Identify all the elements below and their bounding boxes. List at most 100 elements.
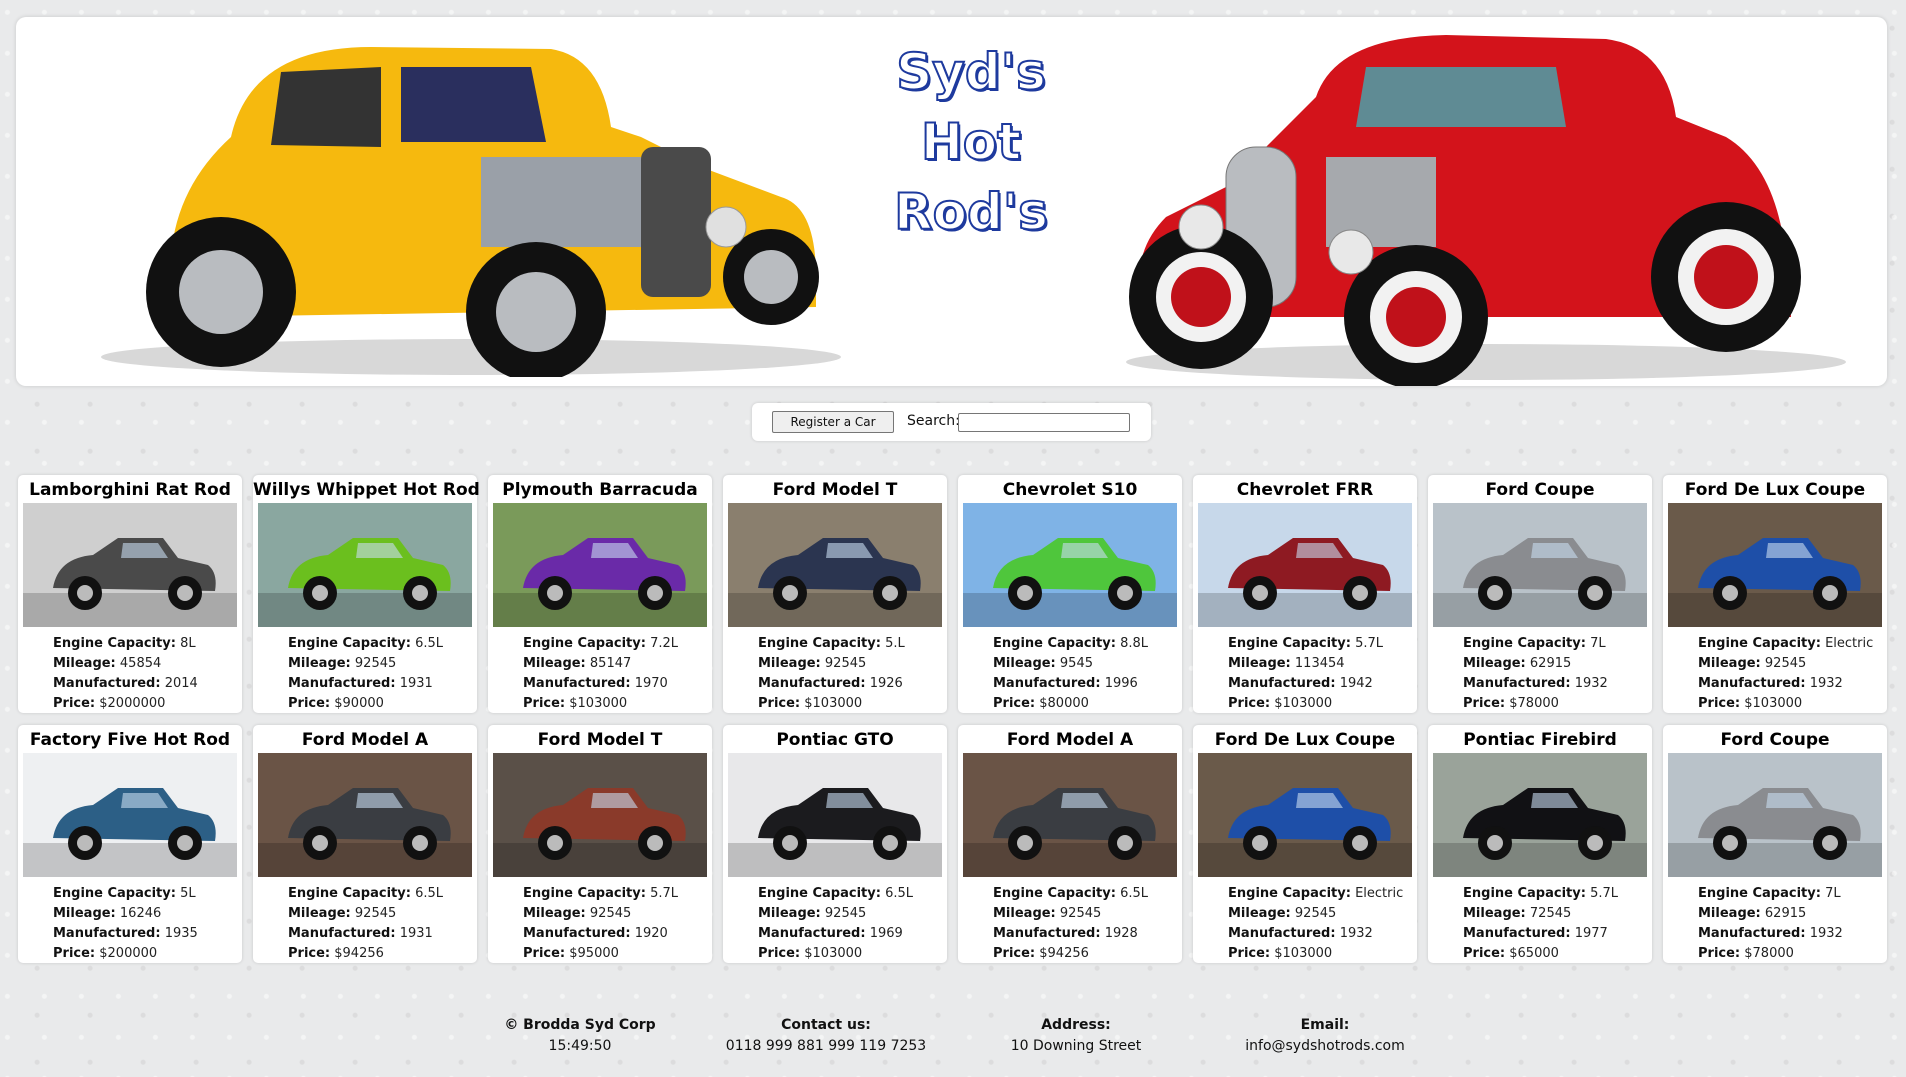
spec-engine-capacity-label: Engine Capacity: — [1228, 886, 1351, 901]
spec-price: Price: $103000 — [758, 944, 913, 964]
spec-manufactured: Manufactured: 1977 — [1463, 924, 1618, 944]
car-name: Ford De Lux Coupe — [1684, 480, 1866, 500]
search-label: Search: — [907, 413, 960, 429]
spec-manufactured: Manufactured: 1932 — [1463, 674, 1608, 694]
car-card[interactable]: Pontiac GTO Engine Capacity: 6.5L Mileage:… — [723, 725, 947, 963]
register-car-button[interactable]: Register a Car — [772, 411, 894, 433]
spec-mileage-value: 92545 — [589, 906, 632, 921]
car-photo[interactable] — [493, 753, 707, 877]
spec-manufactured-label: Manufactured: — [1463, 926, 1571, 941]
spec-price-value: $2000000 — [99, 696, 166, 711]
car-photo[interactable] — [728, 503, 942, 627]
car-photo[interactable] — [23, 503, 237, 627]
spec-price-label: Price: — [53, 696, 96, 711]
car-card[interactable]: Chevrolet S10 Engine Capacity: 8.8L Mileag… — [958, 475, 1182, 713]
spec-manufactured-value: 1970 — [634, 676, 668, 691]
spec-price-label: Price: — [288, 696, 331, 711]
car-photo[interactable] — [23, 753, 237, 877]
car-name: Chevrolet FRR — [1236, 480, 1374, 500]
spec-price: Price: $103000 — [1228, 944, 1403, 964]
spec-mileage-value: 92545 — [824, 906, 867, 921]
spec-manufactured: Manufactured: 2014 — [53, 674, 198, 694]
spec-mileage: Mileage: 92545 — [758, 654, 905, 674]
car-specs: Engine Capacity: 6.5L Mileage: 92545 Manuf… — [993, 884, 1148, 964]
footer-address-label: Address: — [1041, 1017, 1111, 1033]
spec-mileage-label: Mileage: — [288, 656, 351, 671]
spec-engine-capacity: Engine Capacity: 5.7L — [1228, 634, 1383, 654]
site-title-line-1: Syd's — [895, 42, 1046, 102]
car-photo[interactable] — [493, 503, 707, 627]
footer-contact-value: 0118 999 881 999 119 7253 — [725, 1038, 927, 1054]
spec-engine-capacity: Engine Capacity: 8.8L — [993, 634, 1148, 654]
car-name: Plymouth Barracuda — [502, 480, 698, 500]
car-card[interactable]: Ford Model T Engine Capacity: 5.7L Mileage… — [488, 725, 712, 963]
spec-mileage-value: 16246 — [119, 906, 162, 921]
car-photo[interactable] — [728, 753, 942, 877]
spec-manufactured-value: 1942 — [1339, 676, 1373, 691]
spec-price-label: Price: — [1228, 946, 1271, 961]
car-card[interactable]: Ford De Lux Coupe Engine Capacity: Electr… — [1193, 725, 1417, 963]
spec-engine-capacity: Engine Capacity: Electric — [1698, 634, 1873, 654]
spec-engine-capacity-label: Engine Capacity: — [1463, 886, 1586, 901]
spec-mileage: Mileage: 16246 — [53, 904, 198, 924]
site-title-line-2: Hot — [920, 112, 1022, 172]
spec-engine-capacity: Engine Capacity: 6.5L — [288, 634, 443, 654]
spec-price-value: $78000 — [1744, 946, 1794, 961]
car-photo[interactable] — [1668, 503, 1882, 627]
car-photo[interactable] — [1668, 753, 1882, 877]
car-specs: Engine Capacity: 8.8L Mileage: 9545 Manufa… — [993, 634, 1148, 714]
car-card[interactable]: Pontiac Firebird Engine Capacity: 5.7L Mil… — [1428, 725, 1652, 963]
car-card[interactable]: Lamborghini Rat Rod Engine Capacity: 8L Mi… — [18, 475, 242, 713]
car-card[interactable]: Ford Coupe Engine Capacity: 7L Mileage: 62… — [1663, 725, 1887, 963]
car-photo[interactable] — [258, 503, 472, 627]
car-name: Pontiac Firebird — [1463, 730, 1617, 750]
car-photo[interactable] — [963, 503, 1177, 627]
spec-price-label: Price: — [288, 946, 331, 961]
spec-mileage-label: Mileage: — [288, 906, 351, 921]
car-card[interactable]: Plymouth Barracuda Engine Capacity: 7.2L M… — [488, 475, 712, 713]
car-specs: Engine Capacity: 8L Mileage: 45854 Manufac… — [53, 634, 198, 714]
spec-price: Price: $65000 — [1463, 944, 1618, 964]
car-card[interactable]: Factory Five Hot Rod Engine Capacity: 5L M… — [18, 725, 242, 963]
spec-price-label: Price: — [1698, 696, 1741, 711]
car-card[interactable]: Ford Model A Engine Capacity: 6.5L Mileage… — [958, 725, 1182, 963]
spec-engine-capacity-label: Engine Capacity: — [523, 886, 646, 901]
spec-price-value: $90000 — [334, 696, 384, 711]
spec-manufactured-label: Manufactured: — [288, 926, 396, 941]
spec-manufactured: Manufactured: 1969 — [758, 924, 913, 944]
spec-mileage: Mileage: 92545 — [993, 904, 1148, 924]
spec-engine-capacity-label: Engine Capacity: — [1228, 636, 1351, 651]
spec-mileage-value: 85147 — [589, 656, 632, 671]
spec-manufactured: Manufactured: 1932 — [1698, 924, 1843, 944]
footer-clock: 15:49:50 — [548, 1038, 612, 1054]
spec-engine-capacity-label: Engine Capacity: — [758, 636, 881, 651]
car-specs: Engine Capacity: 7L Mileage: 62915 Manufac… — [1463, 634, 1608, 714]
spec-price-label: Price: — [1698, 946, 1741, 961]
car-photo[interactable] — [1433, 753, 1647, 877]
car-photo[interactable] — [963, 753, 1177, 877]
car-card[interactable]: Willys Whippet Hot Rod Engine Capacity: 6… — [253, 475, 480, 713]
car-photo[interactable] — [1198, 503, 1412, 627]
spec-price-value: $80000 — [1039, 696, 1089, 711]
car-photo[interactable] — [1433, 503, 1647, 627]
car-photo[interactable] — [258, 753, 472, 877]
spec-price: Price: $200000 — [53, 944, 198, 964]
search-input[interactable] — [958, 413, 1130, 432]
car-name: Ford Coupe — [1720, 730, 1830, 750]
car-card[interactable]: Chevrolet FRR Engine Capacity: 5.7L Mileag… — [1193, 475, 1417, 713]
spec-mileage-value: 62915 — [1764, 906, 1807, 921]
spec-mileage: Mileage: 72545 — [1463, 904, 1618, 924]
spec-price-label: Price: — [1463, 696, 1506, 711]
spec-mileage: Mileage: 62915 — [1698, 904, 1843, 924]
spec-engine-capacity-value: 6.5L — [415, 636, 443, 651]
car-card[interactable]: Ford Model T Engine Capacity: 5.L Mileage:… — [723, 475, 947, 713]
spec-mileage: Mileage: 85147 — [523, 654, 678, 674]
spec-mileage: Mileage: 62915 — [1463, 654, 1608, 674]
car-photo[interactable] — [1198, 753, 1412, 877]
car-card[interactable]: Ford De Lux Coupe Engine Capacity: Electr… — [1663, 475, 1887, 713]
spec-mileage-label: Mileage: — [1463, 656, 1526, 671]
spec-price: Price: $103000 — [523, 694, 678, 714]
car-card[interactable]: Ford Coupe Engine Capacity: 7L Mileage: 62… — [1428, 475, 1652, 713]
spec-engine-capacity-value: 7L — [1590, 636, 1606, 651]
car-card[interactable]: Ford Model A Engine Capacity: 6.5L Mileage… — [253, 725, 477, 963]
